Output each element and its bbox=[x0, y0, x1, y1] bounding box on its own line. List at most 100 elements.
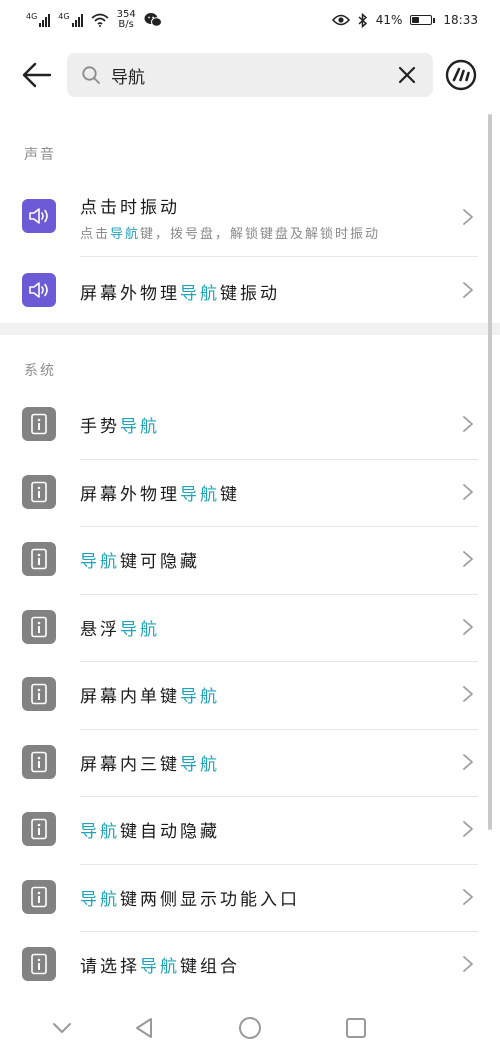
result-title: 悬浮导航 bbox=[80, 615, 160, 640]
wechat-icon bbox=[144, 13, 162, 27]
system-category-icon bbox=[22, 812, 56, 846]
nav-back-button[interactable] bbox=[130, 1014, 158, 1042]
info-icon bbox=[31, 751, 47, 772]
network-type-label-2: 4G bbox=[58, 12, 70, 21]
info-icon bbox=[31, 481, 47, 502]
info-icon bbox=[31, 616, 47, 637]
chevron-right-icon bbox=[463, 551, 473, 567]
triangle-back-icon bbox=[136, 1018, 152, 1038]
result-title: 手势导航 bbox=[80, 412, 160, 437]
result-title: 导航键两侧显示功能入口 bbox=[80, 885, 300, 910]
chevron-down-icon bbox=[53, 1023, 71, 1033]
text-segment: 点击时振动 bbox=[80, 198, 180, 218]
info-icon bbox=[31, 953, 47, 975]
result-item-system-2[interactable]: 导航键可隐藏 bbox=[0, 526, 490, 594]
text-segment: 屏幕外物理 bbox=[80, 284, 180, 304]
close-icon bbox=[398, 66, 416, 84]
assistant-button[interactable] bbox=[445, 59, 477, 91]
arrow-left-icon bbox=[22, 62, 52, 88]
info-icon bbox=[31, 413, 47, 435]
scrollbar[interactable] bbox=[488, 114, 492, 830]
chevron-right-icon bbox=[463, 753, 473, 770]
square-recent-icon bbox=[346, 1018, 366, 1038]
system-category-icon bbox=[22, 407, 56, 441]
info-icon bbox=[31, 886, 47, 907]
status-right: 41% 18:33 bbox=[331, 12, 478, 28]
text-segment: 键组合 bbox=[180, 957, 240, 977]
result-subtitle: 点击导航键，拨号盘，解锁键盘及解锁时振动 bbox=[80, 223, 380, 242]
text-segment: 键，拨号盘，解锁键盘及解锁时振动 bbox=[140, 227, 381, 242]
chevron-right-icon bbox=[463, 282, 473, 298]
search-match-highlight: 导航 bbox=[180, 754, 220, 775]
result-item-system-4[interactable]: 屏幕内单键导航 bbox=[0, 661, 490, 729]
search-match-highlight: 导航 bbox=[80, 889, 120, 910]
section-title-system: 系统 bbox=[24, 363, 56, 379]
clock: 18:33 bbox=[443, 13, 478, 27]
search-header bbox=[0, 52, 500, 98]
system-category-icon bbox=[22, 879, 56, 914]
result-item-system-5[interactable]: 屏幕内三键导航 bbox=[0, 729, 490, 797]
search-match-highlight: 导航 bbox=[110, 227, 141, 242]
text-segment: 手势 bbox=[80, 417, 120, 437]
bluetooth-icon bbox=[358, 12, 367, 28]
system-category-icon bbox=[22, 677, 56, 711]
system-category-icon bbox=[22, 744, 56, 779]
status-left: 4G 4G 354 B/s bbox=[26, 10, 162, 30]
chevron-right-icon bbox=[463, 821, 473, 837]
result-item-system-6[interactable]: 导航键自动隐藏 bbox=[0, 796, 490, 864]
result-title: 导航键自动隐藏 bbox=[80, 817, 220, 842]
text-segment: 请选择 bbox=[80, 957, 140, 977]
system-category-icon bbox=[22, 542, 56, 576]
text-segment: 屏幕内三键 bbox=[80, 754, 180, 775]
network-speed: 354 B/s bbox=[117, 10, 136, 30]
text-segment: 点击 bbox=[80, 227, 111, 242]
section-title-sound: 声音 bbox=[24, 147, 56, 163]
search-input[interactable] bbox=[111, 60, 381, 90]
back-button[interactable] bbox=[20, 60, 54, 90]
battery-percent: 41% bbox=[375, 13, 403, 27]
chevron-right-icon bbox=[463, 956, 473, 972]
chevron-right-icon bbox=[463, 209, 473, 225]
nav-recent-button[interactable] bbox=[342, 1014, 370, 1042]
result-title: 屏幕内三键导航 bbox=[80, 750, 220, 775]
signal-strength-icon-2: 4G bbox=[58, 12, 83, 27]
section-separator bbox=[0, 323, 500, 335]
info-icon bbox=[31, 548, 47, 570]
signal-strength-icon: 4G bbox=[26, 13, 51, 27]
assistant-icon bbox=[445, 59, 477, 91]
speaker-icon bbox=[29, 208, 48, 224]
system-category-icon bbox=[22, 609, 56, 644]
search-match-highlight: 导航 bbox=[120, 417, 160, 437]
result-title: 屏幕外物理导航键振动 bbox=[80, 279, 280, 304]
sound-category-icon bbox=[22, 273, 56, 307]
search-match-highlight: 导航 bbox=[80, 552, 120, 572]
system-nav-bar bbox=[0, 1000, 500, 1057]
result-item-system-8[interactable]: 请选择导航键组合 bbox=[0, 931, 490, 999]
result-item-system-0[interactable]: 手势导航 bbox=[0, 391, 490, 459]
nav-home-button[interactable] bbox=[236, 1014, 264, 1042]
search-match-highlight: 导航 bbox=[80, 822, 120, 842]
system-category-icon bbox=[22, 474, 56, 509]
chevron-right-icon bbox=[463, 483, 473, 500]
status-bar: 4G 4G 354 B/s 41% 18:33 bbox=[0, 0, 500, 40]
text-segment: 键两侧显示功能入口 bbox=[120, 889, 300, 910]
text-segment: 键振动 bbox=[220, 284, 280, 304]
result-item-tap-vibration[interactable]: 点击时振动 点击导航键，拨号盘，解锁键盘及解锁时振动 bbox=[0, 186, 490, 256]
hide-nav-button[interactable] bbox=[48, 1014, 76, 1042]
result-item-system-3[interactable]: 悬浮导航 bbox=[0, 594, 490, 662]
result-item-physical-nav-key-vibration[interactable]: 屏幕外物理导航键振动 bbox=[0, 257, 490, 323]
clear-search-button[interactable] bbox=[397, 65, 417, 85]
result-item-system-1[interactable]: 屏幕外物理导航键 bbox=[0, 459, 490, 527]
battery-icon bbox=[410, 15, 436, 25]
text-segment: 键自动隐藏 bbox=[120, 822, 220, 842]
search-bar[interactable] bbox=[67, 53, 433, 97]
chevron-right-icon bbox=[463, 888, 473, 905]
result-title: 导航键可隐藏 bbox=[80, 547, 200, 572]
info-icon bbox=[31, 683, 47, 705]
result-item-system-7[interactable]: 导航键两侧显示功能入口 bbox=[0, 864, 490, 932]
network-speed-unit: B/s bbox=[118, 19, 134, 30]
chevron-right-icon bbox=[463, 686, 473, 702]
eye-comfort-icon bbox=[331, 14, 350, 26]
text-segment: 键 bbox=[220, 484, 240, 505]
text-segment: 悬浮 bbox=[80, 619, 120, 640]
